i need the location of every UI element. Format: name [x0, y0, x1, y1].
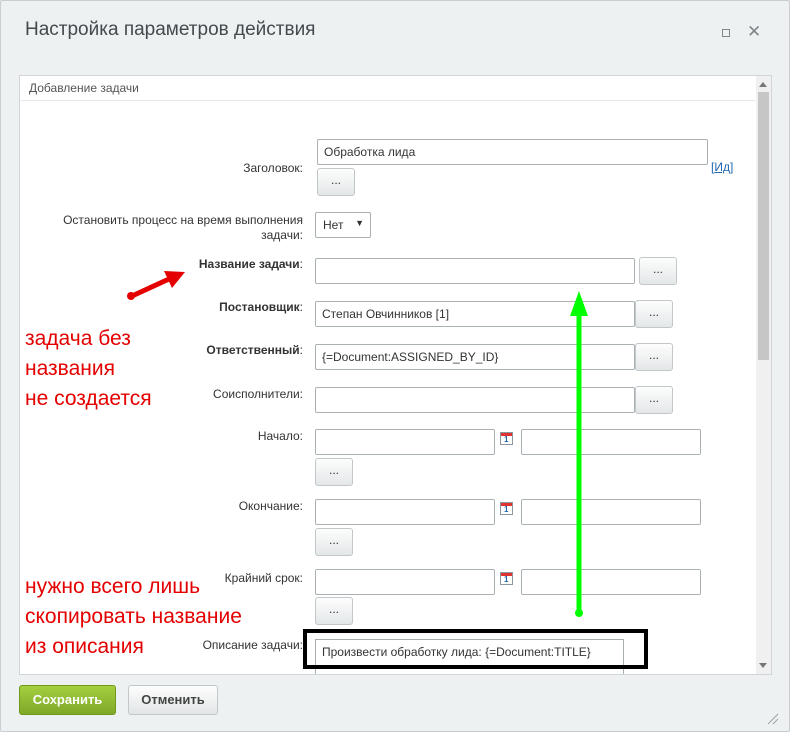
scrollbar[interactable] [756, 76, 771, 674]
settings-dialog: Настройка параметров действия ✕ Добавлен… [0, 0, 790, 732]
calendar-icon[interactable]: 1 [500, 432, 513, 445]
annotation-copy-name: нужно всего лишь скопировать название из… [25, 572, 242, 662]
creator-label: Постановщик: [219, 300, 303, 314]
cancel-button[interactable]: Отменить [128, 685, 218, 715]
accomplices-label: Соисполнители: [213, 387, 303, 401]
responsible-input[interactable]: {=Document:ASSIGNED_BY_ID} [315, 344, 635, 370]
pause-select[interactable]: Нет ▼ [315, 212, 371, 238]
annotation-line: нужно всего лишь [25, 575, 201, 598]
annotation-no-name: задача без названия не создается [25, 324, 152, 414]
dialog-title: Настройка параметров действия [25, 19, 316, 40]
deadline-dots-button[interactable]: ... [315, 597, 353, 625]
annotation-line: задача без [25, 327, 131, 350]
close-icon[interactable]: ✕ [747, 23, 761, 40]
annotation-line: названия [25, 357, 115, 380]
end-extra-input[interactable] [521, 499, 701, 525]
dropdown-arrow-icon: ▼ [355, 218, 364, 228]
task-name-dots-button[interactable]: ... [639, 257, 677, 285]
start-dots-button[interactable]: ... [315, 458, 353, 486]
end-dots-button[interactable]: ... [315, 528, 353, 556]
pause-label: Остановить процесс на время выполнения з… [63, 213, 303, 242]
creator-dots-button[interactable]: ... [635, 300, 673, 328]
start-extra-input[interactable] [521, 429, 701, 455]
section-title: Добавление задачи [20, 76, 755, 101]
annotation-line: из описания [25, 635, 144, 658]
id-link-text[interactable]: Ид [714, 160, 730, 174]
responsible-label: Ответственный: [206, 343, 303, 357]
task-name-input[interactable] [315, 258, 635, 284]
title-label: Заголовок: [243, 161, 303, 175]
start-label: Начало: [257, 429, 303, 443]
scroll-up-icon[interactable] [759, 82, 767, 87]
task-name-label: Название задачи: [198, 257, 303, 271]
resize-grip-icon[interactable] [767, 713, 779, 725]
calendar-icon[interactable]: 1 [500, 572, 513, 585]
title-input[interactable]: Обработка лида [317, 139, 708, 165]
save-button[interactable]: Сохранить [19, 685, 116, 715]
deadline-date-input[interactable] [315, 569, 495, 595]
responsible-dots-button[interactable]: ... [635, 343, 673, 371]
scrollbar-thumb[interactable] [758, 92, 769, 360]
accomplices-dots-button[interactable]: ... [635, 386, 673, 414]
annotation-line: не создается [25, 387, 152, 410]
calendar-icon[interactable]: 1 [500, 502, 513, 515]
start-date-input[interactable] [315, 429, 495, 455]
annotation-line: скопировать название [25, 605, 242, 628]
description-highlight-box [303, 629, 648, 669]
creator-input[interactable]: Степан Овчинников [1] [315, 301, 635, 327]
pause-select-value: Нет [323, 218, 344, 232]
maximize-icon[interactable] [719, 25, 733, 39]
id-link[interactable]: [Ид] [711, 160, 733, 174]
title-dots-button[interactable]: ... [317, 168, 355, 196]
deadline-extra-input[interactable] [521, 569, 701, 595]
dialog-titlebar[interactable]: Настройка параметров действия ✕ [1, 1, 789, 61]
end-label: Окончание: [238, 499, 303, 513]
accomplices-input[interactable] [315, 387, 635, 413]
scroll-down-icon[interactable] [759, 663, 767, 668]
end-date-input[interactable] [315, 499, 495, 525]
